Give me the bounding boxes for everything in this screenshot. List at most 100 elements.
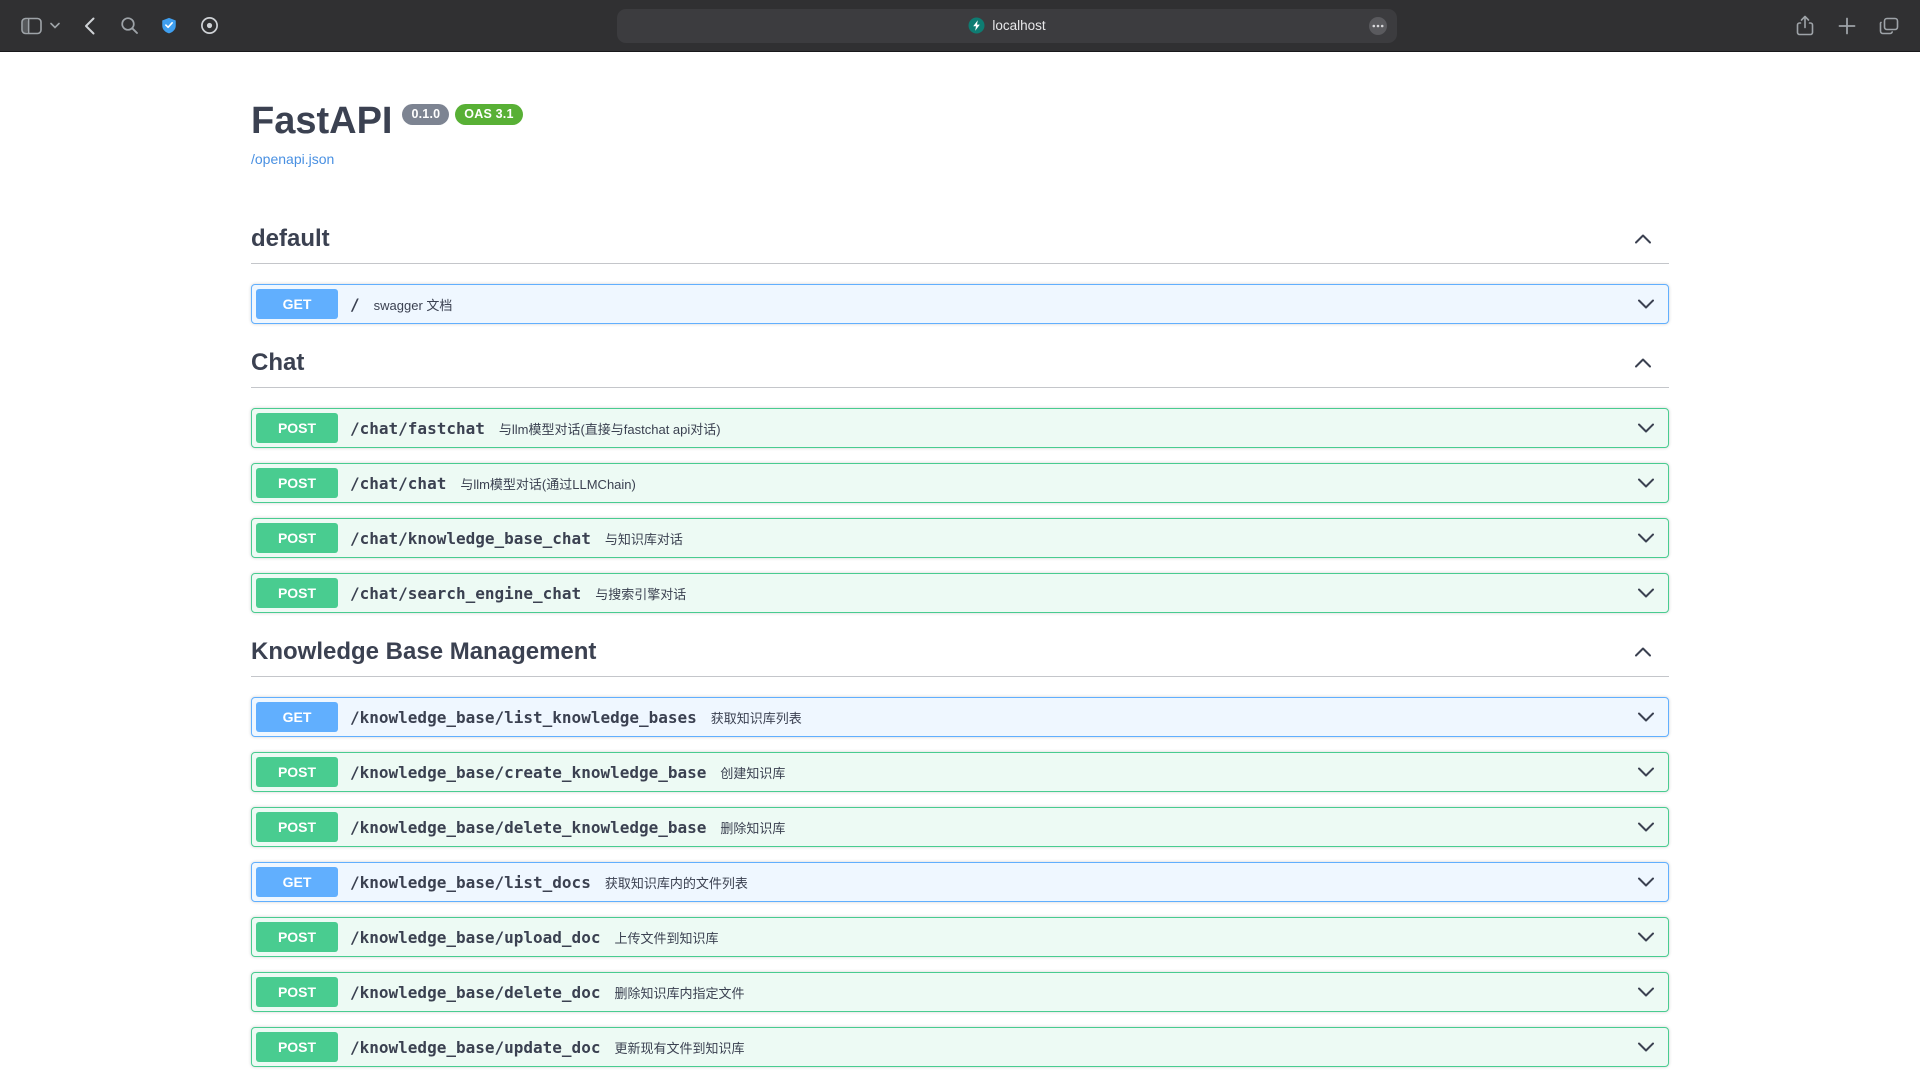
operation-row[interactable]: POST/knowledge_base/update_doc 更新现有文件到知识库 <box>251 1027 1669 1067</box>
operation-row[interactable]: POST/chat/fastchat 与llm模型对话(直接与fastchat a… <box>251 408 1669 448</box>
ellipsis-icon[interactable] <box>1368 16 1388 39</box>
operation-description: 删除知识库内指定文件 <box>614 983 1626 1002</box>
operation-row[interactable]: POST/chat/knowledge_base_chat 与知识库对话 <box>251 518 1669 558</box>
operation-path: /knowledge_base/list_knowledge_bases <box>350 708 697 727</box>
operation-description: 与llm模型对话(直接与fastchat api对话) <box>499 419 1626 438</box>
site-favicon-icon <box>968 17 985 34</box>
method-badge: POST <box>256 413 338 443</box>
operation-row[interactable]: POST/knowledge_base/create_knowledge_bas… <box>251 752 1669 792</box>
operation-path: /knowledge_base/list_docs <box>350 873 591 892</box>
operation-description: 获取知识库列表 <box>711 708 1626 727</box>
operation-path: /knowledge_base/delete_doc <box>350 983 600 1002</box>
operation-row[interactable]: POST/chat/chat 与llm模型对话(通过LLMChain) <box>251 463 1669 503</box>
operation-row[interactable]: GET / swagger 文档 <box>251 284 1669 324</box>
method-badge: POST <box>256 812 338 842</box>
section-operations: POST/chat/fastchat 与llm模型对话(直接与fastchat a… <box>251 408 1669 613</box>
operation-path: /knowledge_base/delete_knowledge_base <box>350 818 706 837</box>
expand-operation-icon[interactable] <box>1636 927 1656 947</box>
openapi-spec-link[interactable]: /openapi.json <box>251 151 334 167</box>
expand-operation-icon[interactable] <box>1636 872 1656 892</box>
swagger-container: FastAPI 0.1.0 OAS 3.1 /openapi.json defa… <box>251 52 1669 1079</box>
method-badge: POST <box>256 922 338 952</box>
method-badge: POST <box>256 1032 338 1062</box>
section-header[interactable]: default <box>251 215 1669 264</box>
method-badge: POST <box>256 977 338 1007</box>
search-icon[interactable] <box>116 11 142 41</box>
tag-section: default GET / swagger 文档 <box>251 215 1669 324</box>
operation-path: /knowledge_base/update_doc <box>350 1038 600 1057</box>
new-tab-icon[interactable] <box>1834 11 1860 41</box>
api-sections: default GET / swagger 文档 Chat POST/chat/fastc… <box>251 215 1669 1079</box>
expand-operation-icon[interactable] <box>1636 707 1656 727</box>
address-bar-url: localhost <box>992 18 1045 33</box>
operation-path: /knowledge_base/upload_doc <box>350 928 600 947</box>
expand-operation-icon[interactable] <box>1636 418 1656 438</box>
collapse-section-icon[interactable] <box>1629 638 1657 666</box>
operation-path: /knowledge_base/create_knowledge_base <box>350 763 706 782</box>
operation-description: 与知识库对话 <box>605 529 1626 548</box>
section-header[interactable]: Knowledge Base Management <box>251 628 1669 677</box>
operation-row[interactable]: GET/knowledge_base/list_knowledge_bases 获… <box>251 697 1669 737</box>
expand-operation-icon[interactable] <box>1636 473 1656 493</box>
operation-row[interactable]: POST/knowledge_base/delete_doc 删除知识库内指定文件 <box>251 972 1669 1012</box>
tag-section: Chat POST/chat/fastchat 与llm模型对话(直接与fastch… <box>251 339 1669 613</box>
operation-description: swagger 文档 <box>374 295 1626 314</box>
method-badge: GET <box>256 289 338 319</box>
expand-operation-icon[interactable] <box>1636 762 1656 782</box>
operation-path: / <box>350 295 360 314</box>
expand-operation-icon[interactable] <box>1636 528 1656 548</box>
operation-description: 与llm模型对话(通过LLMChain) <box>460 474 1626 493</box>
swagger-page: FastAPI 0.1.0 OAS 3.1 /openapi.json defa… <box>0 52 1920 1079</box>
sidebar-chevron-down-icon[interactable] <box>48 11 62 41</box>
operation-description: 上传文件到知识库 <box>614 928 1626 947</box>
section-operations: GET/knowledge_base/list_knowledge_bases 获… <box>251 697 1669 1079</box>
section-title: default <box>251 225 330 253</box>
browser-toolbar: localhost <box>0 0 1920 52</box>
method-badge: POST <box>256 523 338 553</box>
share-icon[interactable] <box>1792 11 1818 41</box>
expand-operation-icon[interactable] <box>1636 982 1656 1002</box>
section-title: Knowledge Base Management <box>251 638 596 666</box>
operation-description: 删除知识库 <box>720 818 1626 837</box>
section-operations: GET / swagger 文档 <box>251 284 1669 324</box>
back-icon[interactable] <box>76 11 102 41</box>
expand-operation-icon[interactable] <box>1636 583 1656 603</box>
method-badge: POST <box>256 757 338 787</box>
operation-row[interactable]: POST/chat/search_engine_chat 与搜索引擎对话 <box>251 573 1669 613</box>
operation-path: /chat/knowledge_base_chat <box>350 529 591 548</box>
collapse-section-icon[interactable] <box>1629 349 1657 377</box>
toolbar-right-controls <box>1792 11 1920 41</box>
extension-circle-icon[interactable] <box>196 11 222 41</box>
api-title-text: FastAPI <box>251 100 392 143</box>
address-bar[interactable]: localhost <box>617 9 1397 43</box>
version-badge: 0.1.0 <box>402 104 449 125</box>
operation-description: 与搜索引擎对话 <box>595 584 1626 603</box>
method-badge: POST <box>256 578 338 608</box>
operation-path: /chat/search_engine_chat <box>350 584 581 603</box>
api-info: FastAPI 0.1.0 OAS 3.1 /openapi.json <box>251 100 1669 169</box>
operation-row[interactable]: POST/knowledge_base/upload_doc 上传文件到知识库 <box>251 917 1669 957</box>
expand-operation-icon[interactable] <box>1636 294 1656 314</box>
collapse-section-icon[interactable] <box>1629 225 1657 253</box>
operation-description: 获取知识库内的文件列表 <box>605 873 1626 892</box>
method-badge: GET <box>256 702 338 732</box>
sidebar-toggle-icon[interactable] <box>18 11 44 41</box>
toolbar-center: localhost <box>222 9 1792 43</box>
expand-operation-icon[interactable] <box>1636 1037 1656 1057</box>
toolbar-left-controls <box>0 11 222 41</box>
operation-row[interactable]: POST/knowledge_base/delete_knowledge_bas… <box>251 807 1669 847</box>
operation-row[interactable]: GET/knowledge_base/list_docs获取知识库内的文件列表 <box>251 862 1669 902</box>
expand-operation-icon[interactable] <box>1636 817 1656 837</box>
operation-path: /chat/fastchat <box>350 419 485 438</box>
operation-path: /chat/chat <box>350 474 446 493</box>
extension-blue-icon[interactable] <box>156 11 182 41</box>
oas-badge: OAS 3.1 <box>455 104 522 125</box>
section-title: Chat <box>251 349 304 377</box>
tag-section: Knowledge Base Management GET/knowledge_b… <box>251 628 1669 1079</box>
page-title: FastAPI 0.1.0 OAS 3.1 <box>251 100 1669 143</box>
operation-description: 创建知识库 <box>720 763 1626 782</box>
tab-overview-icon[interactable] <box>1876 11 1902 41</box>
section-header[interactable]: Chat <box>251 339 1669 388</box>
method-badge: POST <box>256 468 338 498</box>
operation-description: 更新现有文件到知识库 <box>614 1038 1626 1057</box>
